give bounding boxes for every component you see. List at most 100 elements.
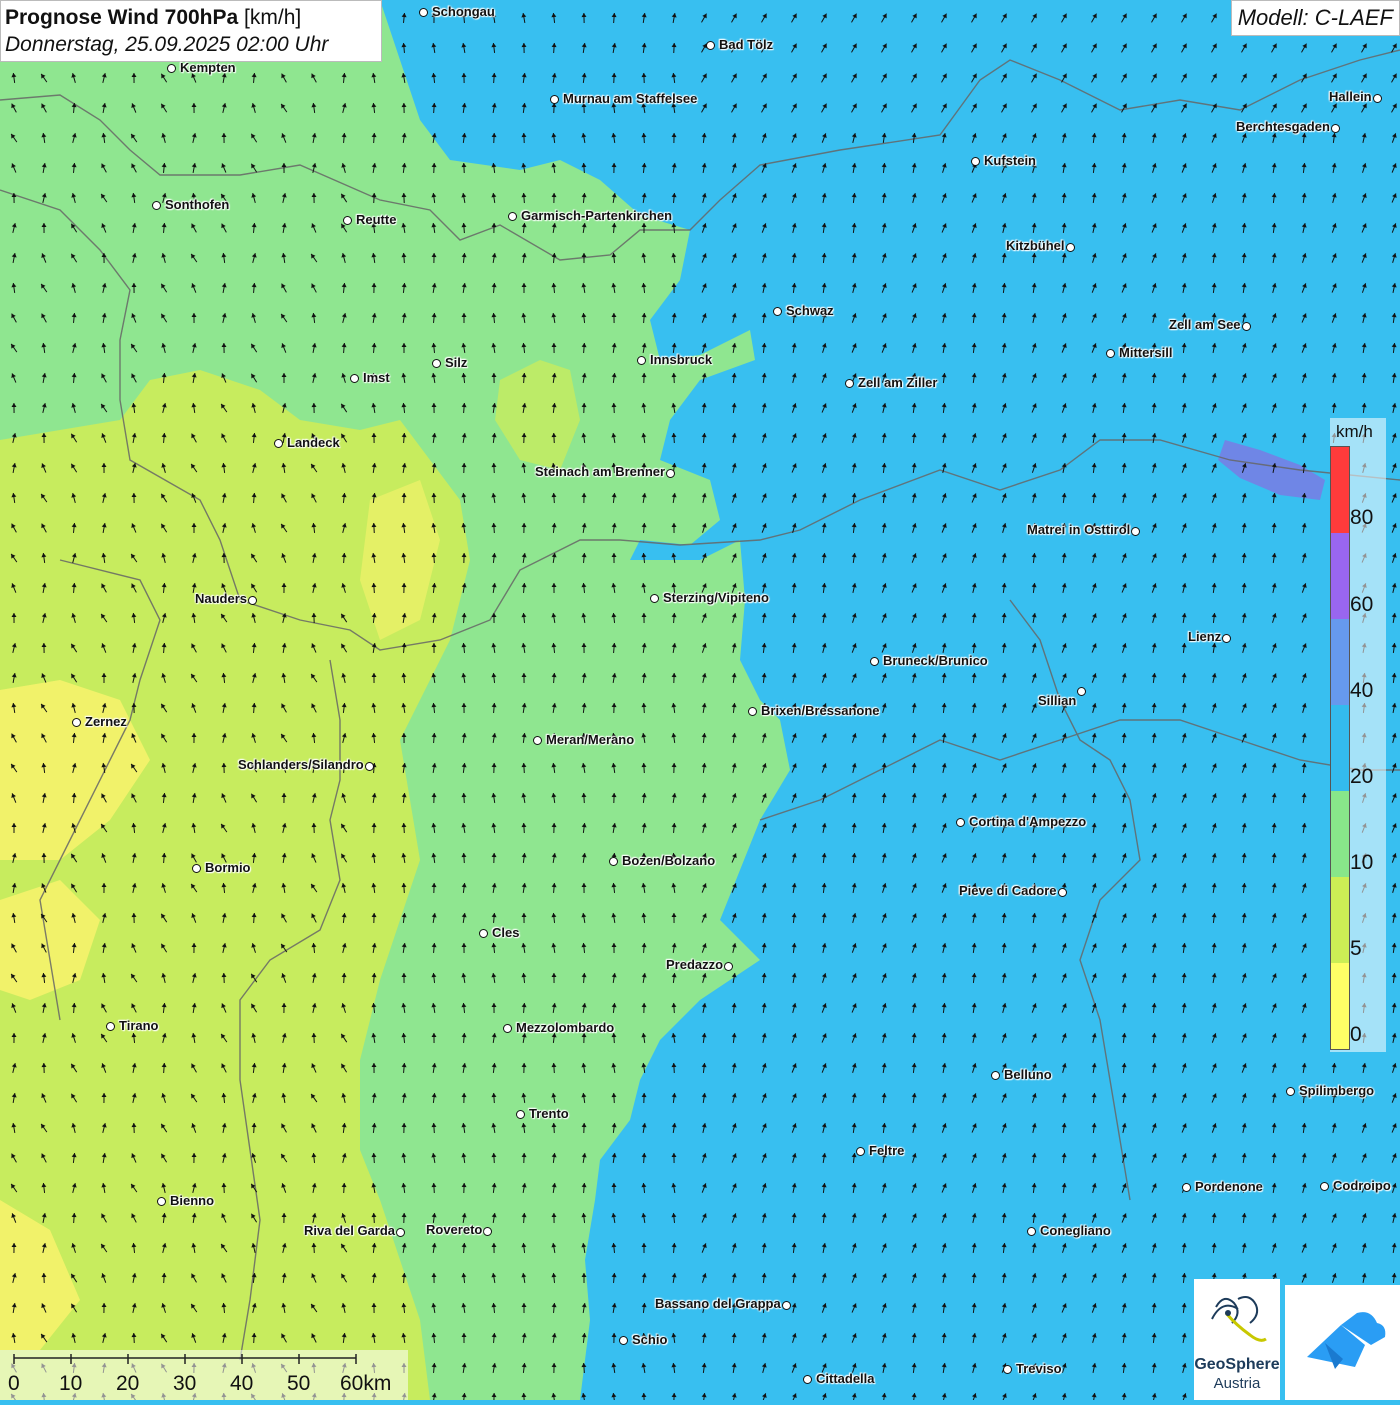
city-marker bbox=[637, 356, 646, 365]
city-marker bbox=[483, 1227, 492, 1236]
city-marker bbox=[508, 212, 517, 221]
city-label: Reutte bbox=[356, 212, 396, 227]
legend-unit: km/h bbox=[1336, 422, 1373, 442]
forecast-datetime: Donnerstag, 25.09.2025 02:00 Uhr bbox=[5, 31, 377, 59]
city-label: Silz bbox=[445, 355, 467, 370]
city-marker bbox=[1373, 94, 1382, 103]
legend-swatch-10 bbox=[1331, 791, 1349, 877]
legend-swatch-80 bbox=[1331, 447, 1349, 533]
scale-label-40: 40 bbox=[230, 1372, 253, 1396]
legend-label-80: 80 bbox=[1350, 506, 1373, 530]
scale-bar: 0 10 20 30 40 50 60km bbox=[0, 1350, 408, 1400]
legend-label-0: 0 bbox=[1350, 1023, 1362, 1047]
city-marker bbox=[274, 439, 283, 448]
city-label: Riva del Garda bbox=[304, 1223, 395, 1238]
legend-label-40: 40 bbox=[1350, 679, 1373, 703]
city-marker bbox=[650, 594, 659, 603]
city-marker bbox=[609, 857, 618, 866]
scale-label-60km: 60km bbox=[340, 1372, 391, 1396]
city-label: Matrei in Osttirol bbox=[1027, 522, 1130, 537]
city-marker bbox=[1027, 1227, 1036, 1236]
city-marker bbox=[1331, 124, 1340, 133]
city-label: Zell am Ziller bbox=[858, 375, 937, 390]
model-label: Modell: C-LAEF bbox=[1231, 0, 1400, 36]
city-marker bbox=[1058, 888, 1067, 897]
city-marker bbox=[1242, 322, 1251, 331]
city-label: Kempten bbox=[180, 60, 236, 75]
city-label: Cortina d'Ampezzo bbox=[969, 814, 1086, 829]
legend-swatch-60 bbox=[1331, 533, 1349, 619]
map-title: Prognose Wind 700hPa [km/h] bbox=[5, 4, 377, 31]
city-marker bbox=[167, 64, 176, 73]
city-label: Lienz bbox=[1188, 629, 1221, 644]
city-marker bbox=[956, 818, 965, 827]
city-marker bbox=[343, 216, 352, 225]
city-marker bbox=[432, 359, 441, 368]
city-label: Schlanders/Silandro bbox=[238, 757, 364, 772]
city-marker bbox=[619, 1336, 628, 1345]
title-box: Prognose Wind 700hPa [km/h] Donnerstag, … bbox=[0, 0, 382, 62]
geosphere-country: Austria bbox=[1194, 1375, 1280, 1392]
city-label: Zernez bbox=[85, 714, 127, 729]
city-label: Bozen/Bolzano bbox=[622, 853, 715, 868]
city-marker bbox=[248, 596, 257, 605]
city-marker bbox=[1066, 243, 1075, 252]
city-label: Hallein bbox=[1329, 89, 1372, 104]
city-label: Garmisch-Partenkirchen bbox=[521, 208, 672, 223]
city-marker bbox=[419, 8, 428, 17]
city-label: Trento bbox=[529, 1106, 569, 1121]
city-label: Bormio bbox=[205, 860, 251, 875]
city-label: Spilimbergo bbox=[1299, 1083, 1374, 1098]
city-label: Pieve di Cadore bbox=[959, 883, 1057, 898]
city-label: Cittadella bbox=[816, 1371, 875, 1386]
city-label: Kitzbühel bbox=[1006, 238, 1065, 253]
city-marker bbox=[782, 1301, 791, 1310]
city-label: Predazzo bbox=[666, 957, 723, 972]
city-label: Kufstein bbox=[984, 153, 1036, 168]
city-marker bbox=[1106, 349, 1115, 358]
legend-swatch-20 bbox=[1331, 705, 1349, 791]
city-label: Innsbruck bbox=[650, 352, 712, 367]
city-marker bbox=[106, 1022, 115, 1031]
city-label: Imst bbox=[363, 370, 390, 385]
city-marker bbox=[1320, 1182, 1329, 1191]
city-marker bbox=[516, 1110, 525, 1119]
city-marker bbox=[365, 762, 374, 771]
city-label: Codroipo bbox=[1333, 1178, 1391, 1193]
scale-label-20: 20 bbox=[116, 1372, 139, 1396]
city-label: Meran/Merano bbox=[546, 732, 634, 747]
city-marker bbox=[1131, 527, 1140, 536]
city-label: Feltre bbox=[869, 1143, 904, 1158]
city-label: Bassano del Grappa bbox=[655, 1296, 781, 1311]
legend-swatch-5 bbox=[1331, 877, 1349, 963]
app-cloud-icon bbox=[1285, 1285, 1400, 1400]
city-marker bbox=[971, 157, 980, 166]
city-label: Tirano bbox=[119, 1018, 159, 1033]
city-marker bbox=[724, 962, 733, 971]
city-label: Mezzolombardo bbox=[516, 1020, 614, 1035]
city-label: Sonthofen bbox=[165, 197, 229, 212]
city-label: Cles bbox=[492, 925, 519, 940]
city-label: Schio bbox=[632, 1332, 667, 1347]
city-label: Brixen/Bressanone bbox=[761, 703, 880, 718]
city-label: Rovereto bbox=[426, 1222, 482, 1237]
title-main: Prognose Wind 700hPa bbox=[5, 6, 238, 29]
city-label: Belluno bbox=[1004, 1067, 1052, 1082]
city-marker bbox=[706, 41, 715, 50]
legend-label-60: 60 bbox=[1350, 593, 1373, 617]
city-label: Schwaz bbox=[786, 303, 834, 318]
city-label: Sterzing/Vipiteno bbox=[663, 590, 769, 605]
city-marker bbox=[350, 374, 359, 383]
city-label: Mittersill bbox=[1119, 345, 1172, 360]
city-label: Conegliano bbox=[1040, 1223, 1111, 1238]
color-legend: km/h 80 60 40 20 10 5 0 bbox=[1330, 418, 1386, 1052]
city-marker bbox=[748, 707, 757, 716]
city-label: Bad Tölz bbox=[719, 37, 773, 52]
city-marker bbox=[803, 1375, 812, 1384]
city-marker bbox=[192, 864, 201, 873]
scale-label-30: 30 bbox=[173, 1372, 196, 1396]
scale-label-10: 10 bbox=[59, 1372, 82, 1396]
city-marker bbox=[845, 379, 854, 388]
city-marker bbox=[666, 469, 675, 478]
city-marker bbox=[991, 1071, 1000, 1080]
